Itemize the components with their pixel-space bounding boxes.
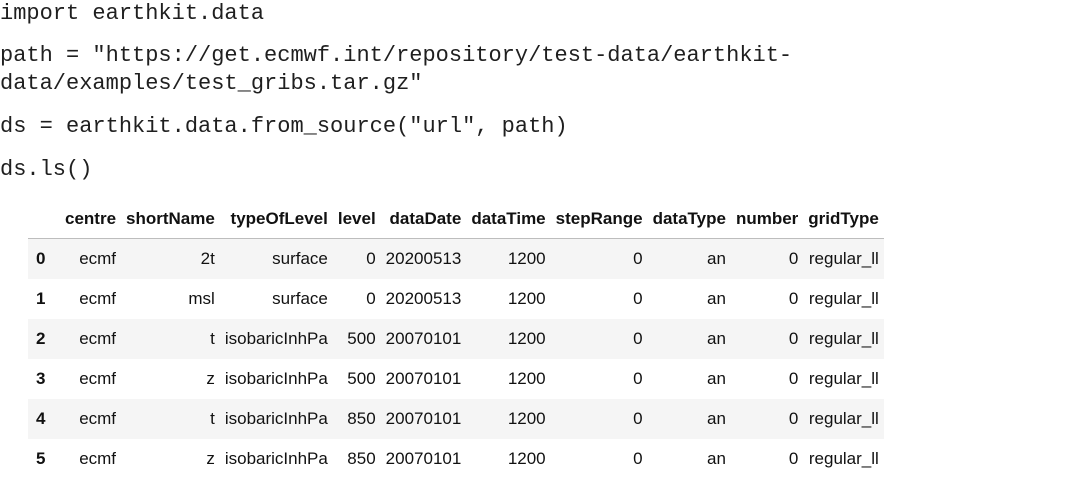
table-cell-typeoflevel: isobaricInhPa (224, 409, 328, 428)
row-index: 4 (36, 409, 46, 428)
table-cell-datatype: an (707, 369, 726, 388)
row-index: 3 (36, 369, 46, 388)
table-cell-datatype: an (707, 329, 726, 348)
table-cell-steprange: 0 (633, 249, 643, 268)
dataframe-table: centre shortName typeOfLevel level dataD… (28, 200, 884, 479)
table-row: 2 ecmf t isobaricInhPa 500 20070101 1200 0 an 0 re… (28, 319, 884, 359)
table-cell-shortname: t (210, 329, 215, 348)
column-header: centre (60, 200, 122, 239)
table-cell-shortname: z (206, 449, 215, 468)
table-cell-centre: ecmf (79, 449, 117, 468)
column-header: dataDate (380, 200, 467, 239)
table-cell-gridtype: regular_ll (808, 329, 879, 348)
row-index: 0 (36, 249, 46, 268)
table-cell-typeoflevel: surface (272, 289, 328, 308)
table-cell-level: 850 (347, 449, 376, 468)
table-cell-typeoflevel: isobaricInhPa (224, 369, 328, 388)
table-cell-number: 0 (788, 289, 799, 308)
table-cell-datatime: 1200 (507, 409, 546, 428)
table-cell-datatype: an (707, 289, 726, 308)
column-header: typeOfLevel (219, 200, 333, 239)
code-line-from-source: ds = earthkit.data.from_source("url", pa… (0, 114, 568, 139)
table-cell-centre: ecmf (79, 249, 117, 268)
table-cell-steprange: 0 (633, 409, 643, 428)
table-cell-steprange: 0 (633, 289, 643, 308)
table-cell-number: 0 (788, 329, 799, 348)
table-cell-centre: ecmf (79, 289, 117, 308)
table-cell-gridtype: regular_ll (808, 369, 879, 388)
column-header: level (332, 200, 381, 239)
table-cell-level: 0 (366, 249, 376, 268)
column-header: dataType (647, 200, 731, 239)
table-cell-centre: ecmf (79, 409, 117, 428)
table-cell-datatime: 1200 (507, 289, 546, 308)
table-cell-number: 0 (788, 409, 799, 428)
table-cell-datadate: 20070101 (385, 369, 462, 388)
code-line-path-1: path = "https://get.ecmwf.int/repository… (0, 43, 793, 68)
table-cell-datatime: 1200 (507, 249, 546, 268)
table-cell-steprange: 0 (633, 329, 643, 348)
table-row: 5 ecmf z isobaricInhPa 850 20070101 1200 0 an 0 re… (28, 439, 884, 479)
table-cell-datadate: 20200513 (385, 289, 462, 308)
column-header: dataTime (466, 200, 551, 239)
table-cell-level: 0 (366, 289, 376, 308)
table-cell-number: 0 (788, 449, 799, 468)
table-cell-number: 0 (788, 249, 799, 268)
column-header: number (730, 200, 804, 239)
column-header: shortName (121, 200, 220, 239)
table-cell-centre: ecmf (79, 369, 117, 388)
table-cell-shortname: t (210, 409, 215, 428)
table-cell-datatime: 1200 (507, 329, 546, 348)
table-cell-gridtype: regular_ll (808, 249, 879, 268)
table-cell-datadate: 20070101 (385, 329, 462, 348)
table-cell-gridtype: regular_ll (808, 289, 879, 308)
table-cell-level: 500 (347, 329, 376, 348)
code-line-import: import earthkit.data (0, 1, 265, 26)
table-cell-datatype: an (707, 249, 726, 268)
table-cell-centre: ecmf (79, 329, 117, 348)
table-cell-steprange: 0 (633, 449, 643, 468)
table-row: 3 ecmf z isobaricInhPa 500 20070101 1200 0 an 0 re… (28, 359, 884, 399)
table-cell-shortname: z (206, 369, 215, 388)
table-row: 0 ecmf 2t surface 0 20200513 1200 0 an 0 regular_l… (28, 238, 884, 279)
table-cell-gridtype: regular_ll (808, 409, 879, 428)
table-cell-number: 0 (788, 369, 799, 388)
table-cell-shortname: 2t (200, 249, 215, 268)
table-cell-level: 500 (347, 369, 376, 388)
table-cell-datadate: 20070101 (385, 409, 462, 428)
table-cell-datadate: 20070101 (385, 449, 462, 468)
row-index: 5 (36, 449, 46, 468)
table-cell-gridtype: regular_ll (808, 449, 879, 468)
table-cell-typeoflevel: surface (272, 249, 328, 268)
table-row: 4 ecmf t isobaricInhPa 850 20070101 1200 0 an 0 re… (28, 399, 884, 439)
table-cell-level: 850 (347, 409, 376, 428)
code-line-ls: ds.ls() (0, 157, 93, 182)
code-line-path-2: data/examples/test_gribs.tar.gz" (0, 71, 423, 96)
table-cell-datadate: 20200513 (385, 249, 462, 268)
table-cell-datatype: an (707, 409, 726, 428)
table-cell-steprange: 0 (633, 369, 643, 388)
table-cell-datatime: 1200 (507, 369, 546, 388)
row-index: 1 (36, 289, 46, 308)
table-cell-typeoflevel: isobaricInhPa (224, 449, 328, 468)
table-cell-datatype: an (707, 449, 726, 468)
table-header-row: centre shortName typeOfLevel level dataD… (28, 200, 884, 239)
table-cell-shortname: msl (188, 289, 215, 308)
table-cell-typeoflevel: isobaricInhPa (224, 329, 328, 348)
index-header (28, 200, 60, 239)
column-header: stepRange (550, 200, 648, 239)
table-row: 1 ecmf msl surface 0 20200513 1200 0 an 0 regular_… (28, 279, 884, 319)
row-index: 2 (36, 329, 46, 348)
table-cell-datatime: 1200 (507, 449, 546, 468)
column-header: gridType (803, 200, 884, 239)
